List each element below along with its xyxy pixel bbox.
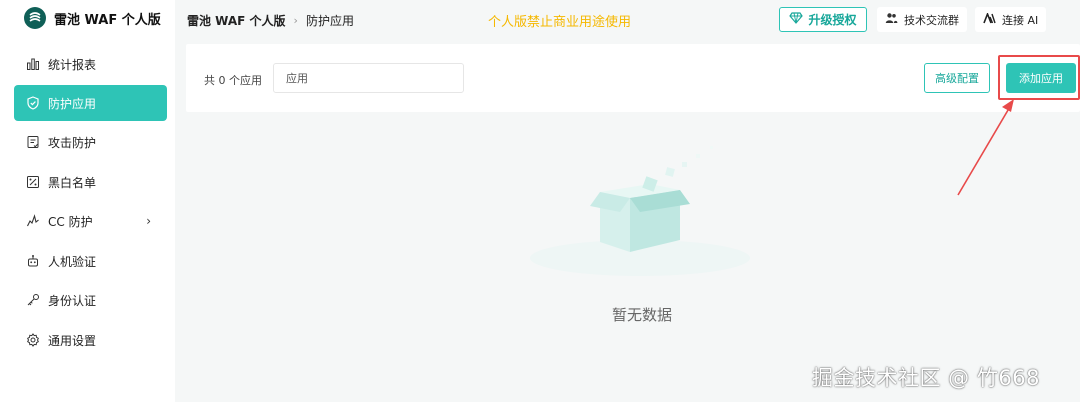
top-header: 雷池 WAF 个人版 › 防护应用 个人版禁止商业用途使用 升级授权 技术交流群… [175, 0, 1080, 40]
advanced-config-button[interactable]: 高级配置 [924, 63, 990, 93]
chevron-right-icon: › [146, 214, 151, 228]
diamond-icon [789, 12, 804, 27]
robot-icon [26, 254, 40, 268]
list-check-icon [26, 175, 40, 189]
community-group-button[interactable]: 技术交流群 [877, 7, 967, 32]
license-notice: 个人版禁止商业用途使用 [488, 15, 632, 30]
sidebar-item-attack-protection[interactable]: 攻击防护 [14, 124, 167, 160]
sidebar-item-label: 攻击防护 [48, 135, 97, 150]
sidebar-item-label: 身份认证 [48, 293, 97, 308]
chart-spike-icon [26, 214, 40, 228]
ai-logo-icon [983, 11, 996, 27]
sidebar-item-cc-protection[interactable]: CC 防护 › [14, 203, 167, 239]
logo-icon [24, 7, 46, 29]
sidebar-item-label: 黑白名单 [48, 175, 97, 190]
sidebar-item-captcha[interactable]: 人机验证 [14, 243, 167, 279]
sidebar-item-label: CC 防护 [48, 214, 93, 229]
sidebar-item-stats[interactable]: 统计报表 [14, 46, 167, 82]
sidebar: 雷池 WAF 个人版 统计报表 防护应用 攻击防护 黑白名单 CC 防护 › 人… [0, 0, 175, 402]
sidebar-item-authentication[interactable]: 身份认证 [14, 282, 167, 318]
users-icon [885, 12, 898, 27]
empty-state-text: 暂无数据 [612, 306, 673, 324]
sidebar-item-label: 统计报表 [48, 57, 97, 72]
sidebar-item-protected-apps[interactable]: 防护应用 [14, 85, 167, 121]
breadcrumb: 雷池 WAF 个人版 › 防护应用 [187, 12, 354, 29]
sidebar-item-label: 通用设置 [48, 333, 97, 348]
breadcrumb-root[interactable]: 雷池 WAF 个人版 [187, 12, 286, 29]
app-search-input[interactable] [273, 63, 464, 93]
app-name: 雷池 WAF 个人版 [54, 12, 161, 28]
connect-ai-label: 连接 AI [1002, 13, 1039, 27]
empty-box-illustration [530, 146, 750, 276]
shield-icon [26, 96, 40, 110]
sidebar-item-label: 防护应用 [48, 96, 97, 111]
key-icon [26, 293, 40, 307]
app-count-label: 共 0 个应用 [204, 74, 262, 87]
watermark: 掘金技术社区 @ 竹668 [812, 366, 1040, 390]
app-toolbar-card: 共 0 个应用 高级配置 添加应用 [186, 44, 1080, 112]
sidebar-item-black-white-list[interactable]: 黑白名单 [14, 164, 167, 200]
add-app-button[interactable]: 添加应用 [1006, 63, 1076, 93]
sidebar-item-general-settings[interactable]: 通用设置 [14, 322, 167, 358]
breadcrumb-current: 防护应用 [305, 14, 354, 28]
upgrade-license-button[interactable]: 升级授权 [779, 7, 867, 32]
gear-icon [26, 333, 40, 347]
sidebar-item-label: 人机验证 [48, 254, 97, 269]
breadcrumb-separator: › [293, 14, 298, 27]
bar-chart-icon [26, 57, 40, 71]
community-group-label: 技术交流群 [904, 13, 959, 27]
brand[interactable]: 雷池 WAF 个人版 [24, 7, 161, 29]
upgrade-license-label: 升级授权 [808, 13, 857, 27]
connect-ai-button[interactable]: 连接 AI [975, 7, 1047, 32]
annotation-arrow [957, 99, 1014, 196]
document-icon [26, 135, 40, 149]
